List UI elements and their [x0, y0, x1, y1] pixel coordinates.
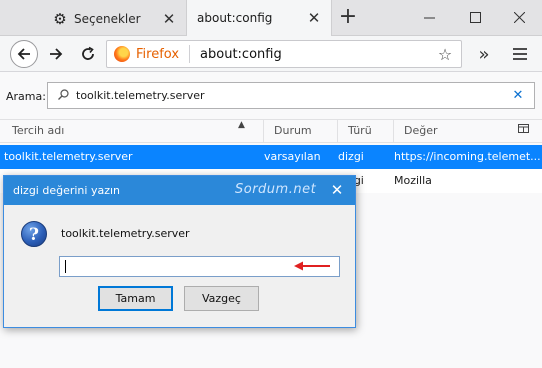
search-label: Arama:: [6, 90, 46, 103]
forward-arrow-icon: [50, 48, 63, 60]
identity-label: Firefox: [136, 46, 180, 62]
table-row[interactable]: toolkit.telemetry.server varsayılan dizg…: [0, 145, 542, 169]
cancel-button[interactable]: Vazgeç: [184, 286, 259, 311]
search-input[interactable]: toolkit.telemetry.server ✕: [47, 82, 535, 109]
dialog-titlebar[interactable]: dizgi değerini yazın Sordum.net ✕: [4, 176, 355, 205]
new-tab-button[interactable]: +: [336, 6, 360, 30]
red-arrow-icon: [294, 261, 330, 271]
text-caret: [65, 260, 66, 273]
url-bar[interactable]: Firefox about:config ☆: [106, 40, 462, 68]
forward-button[interactable]: [42, 40, 70, 68]
back-button[interactable]: [10, 40, 38, 68]
dialog-message: toolkit.telemetry.server: [61, 227, 190, 240]
cell-status: varsayılan: [264, 150, 321, 163]
cell-type: dizgi: [338, 150, 364, 163]
tab-strip: ⚙ Seçenekler ✕ about:config ✕ +: [0, 0, 542, 36]
clear-search-icon[interactable]: ✕: [508, 88, 528, 103]
column-picker-icon[interactable]: [512, 120, 534, 143]
minimize-button[interactable]: [406, 0, 452, 34]
sort-ascending-icon: ▲: [238, 120, 245, 130]
search-icon: [58, 88, 72, 103]
tab-label: Seçenekler: [74, 11, 141, 26]
string-value-dialog: dizgi değerini yazın Sordum.net ✕ ? tool…: [3, 175, 356, 328]
cell-value: https://incoming.telemet...: [394, 150, 541, 163]
main-menu-button[interactable]: [506, 40, 534, 68]
cell-value: Mozilla: [394, 174, 432, 187]
url-separator: [189, 45, 191, 63]
column-header-type[interactable]: Türü: [338, 120, 394, 143]
back-arrow-icon: [17, 48, 30, 60]
maximize-icon: [469, 11, 481, 23]
dialog-title: dizgi değerini yazın: [13, 184, 121, 197]
dialog-close-icon[interactable]: ✕: [326, 181, 348, 201]
bookmark-star-icon[interactable]: ☆: [433, 45, 457, 64]
maximize-button[interactable]: [452, 0, 498, 34]
tab-label: about:config: [197, 11, 273, 25]
column-header-name[interactable]: Tercih adı: [0, 120, 264, 143]
column-header-value[interactable]: Değer: [394, 120, 510, 143]
close-tab-icon[interactable]: ✕: [160, 10, 178, 28]
close-icon: [513, 11, 525, 23]
search-value[interactable]: toolkit.telemetry.server: [76, 89, 508, 102]
table-header: Tercih adı ▲ Durum Türü Değer: [0, 119, 542, 143]
ok-button[interactable]: Tamam: [98, 286, 173, 311]
gear-icon: ⚙: [53, 9, 67, 28]
minimize-icon: [423, 17, 435, 18]
cell-name: toolkit.telemetry.server: [4, 150, 133, 163]
overflow-menu-button[interactable]: »: [470, 40, 498, 68]
close-window-button[interactable]: [496, 0, 542, 34]
close-tab-icon[interactable]: ✕: [305, 9, 323, 27]
search-row: Arama: toolkit.telemetry.server ✕: [0, 73, 542, 119]
column-header-status[interactable]: Durum: [264, 120, 338, 143]
url-text[interactable]: about:config: [200, 47, 433, 62]
reload-icon: [82, 46, 94, 60]
watermark-text: Sordum.net: [235, 182, 317, 197]
value-input[interactable]: [59, 256, 340, 277]
question-icon: ?: [21, 221, 47, 247]
double-chevron-icon: »: [478, 43, 490, 65]
firefox-logo-icon: [114, 46, 130, 62]
reload-button[interactable]: [74, 40, 102, 68]
navigation-bar: Firefox about:config ☆ »: [0, 36, 542, 72]
tab-settings[interactable]: ⚙ Seçenekler ✕: [40, 1, 186, 36]
hamburger-icon: [513, 48, 527, 60]
tab-about-config[interactable]: about:config ✕: [186, 0, 332, 36]
